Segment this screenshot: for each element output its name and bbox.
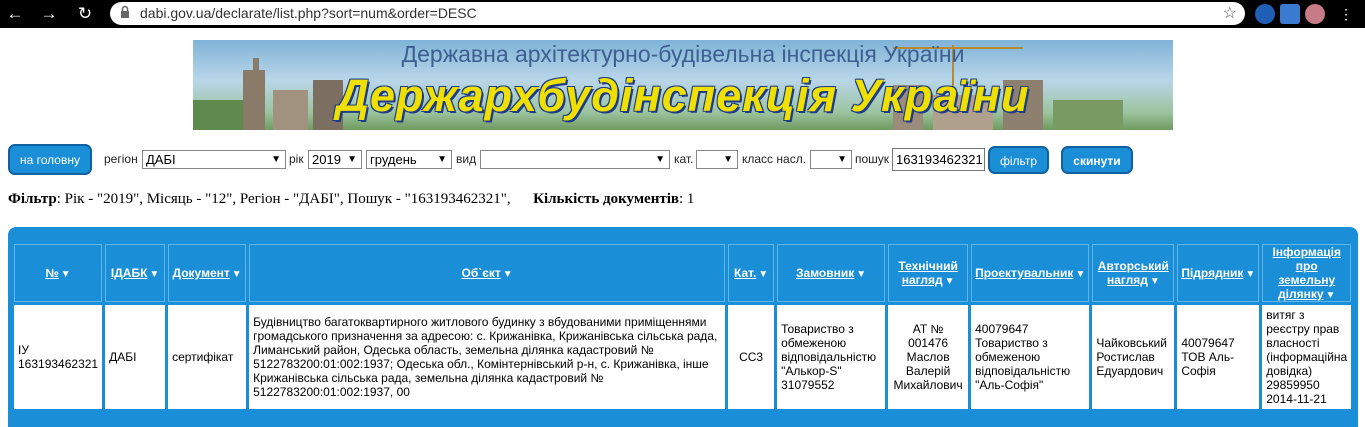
menu-icon[interactable]: ⋮: [1335, 3, 1357, 25]
year-select[interactable]: 2019 ▼: [308, 150, 362, 169]
column-header-contractor[interactable]: Підрядник ▼: [1177, 244, 1260, 302]
chevron-down-icon: ▼: [437, 154, 447, 165]
column-header-label[interactable]: Документ: [173, 266, 230, 280]
reset-button[interactable]: скинути: [1061, 146, 1133, 174]
site-banner: Державна архітектурно-будівельна інспекц…: [193, 40, 1173, 130]
results-table: № ▼ ІДАБК ▼ Документ ▼ Об`єкт ▼ Кат. ▼ Замовн…: [11, 241, 1354, 412]
column-header-customer[interactable]: Замовник ▼: [777, 244, 886, 302]
cell-category: СС3: [728, 305, 775, 409]
column-header-number[interactable]: № ▼: [14, 244, 103, 302]
column-header-technical-supervision[interactable]: Технічний нагляд ▼: [888, 244, 969, 302]
category-select[interactable]: ▼: [696, 150, 738, 169]
document-count-value: : 1: [678, 191, 695, 207]
sort-triangle-icon[interactable]: ▼: [1150, 276, 1160, 287]
extension-icon[interactable]: [1255, 4, 1275, 24]
region-label: регіон: [104, 152, 138, 166]
sort-triangle-icon[interactable]: ▼: [1245, 269, 1255, 280]
year-label: рік: [289, 152, 304, 166]
cell-technical-supervision: АТ № 001476 Маслов Валерій Михайлович: [888, 305, 969, 409]
banner-title: Держархбудінспекція України: [336, 70, 1030, 121]
table-row: ІУ 163193462321 ДАБІ сертифікат Будівниц…: [14, 305, 1352, 409]
column-header-designer[interactable]: Проектувальник ▼: [971, 244, 1090, 302]
sort-triangle-icon[interactable]: ▼: [945, 276, 955, 287]
cell-designer: 40079647 Товариство з обмеженою відповід…: [971, 305, 1090, 409]
search-input[interactable]: 163193462321: [892, 148, 985, 171]
column-header-label[interactable]: Об`єкт: [462, 266, 501, 280]
column-header-label[interactable]: ІДАБК: [111, 266, 148, 280]
chevron-down-icon: ▼: [655, 154, 665, 165]
column-header-label[interactable]: Проектувальник: [975, 266, 1073, 280]
type-select[interactable]: ▼: [480, 150, 670, 169]
lock-icon: [121, 5, 129, 18]
chevron-down-icon: ▼: [271, 154, 281, 165]
category-label: кат.: [674, 152, 694, 166]
region-select[interactable]: ДАБІ ▼: [142, 150, 286, 169]
filter-summary: Фільтр: Рік - "2019", Місяць - "12", Рег…: [8, 191, 694, 208]
banner-subtitle: Державна архітектурно-будівельна інспекц…: [401, 41, 965, 67]
chevron-down-icon: ▼: [723, 154, 733, 165]
cell-customer: Товариство з обмеженою відповідальністю …: [777, 305, 886, 409]
column-header-author-supervision[interactable]: Авторський нагляд ▼: [1092, 244, 1175, 302]
search-label: пошук: [855, 152, 890, 166]
chevron-down-icon: ▼: [347, 154, 357, 165]
class-label: класс насл.: [742, 152, 807, 166]
address-bar[interactable]: dabi.gov.ua/declarate/list.php?sort=num&…: [110, 2, 1245, 25]
document-count-label: Кількість документів: [533, 191, 679, 207]
cell-land-info: витяг з реєстру прав власності (інформац…: [1262, 305, 1352, 409]
column-header-idabk[interactable]: ІДАБК ▼: [105, 244, 166, 302]
column-header-label[interactable]: №: [45, 266, 58, 280]
month-select[interactable]: грудень ▼: [366, 150, 452, 169]
cell-contractor: 40079647 ТОВ Аль-Софія: [1177, 305, 1260, 409]
browser-toolbar: ← → ↻ dabi.gov.ua/declarate/list.php?sor…: [0, 0, 1365, 28]
sort-triangle-icon[interactable]: ▼: [856, 269, 866, 280]
type-label: вид: [456, 152, 477, 166]
sort-triangle-icon[interactable]: ▼: [1326, 290, 1336, 301]
column-header-object[interactable]: Об`єкт ▼: [249, 244, 726, 302]
column-header-category[interactable]: Кат. ▼: [728, 244, 775, 302]
sort-triangle-icon[interactable]: ▼: [61, 269, 71, 280]
column-header-label[interactable]: Підрядник: [1181, 266, 1243, 280]
filter-button[interactable]: фільтр: [988, 146, 1049, 174]
column-header-label[interactable]: Кат.: [734, 266, 756, 280]
cell-idabk: ДАБІ: [105, 305, 166, 409]
extension-icon[interactable]: [1280, 4, 1300, 24]
column-header-land-info[interactable]: Інформація про земельну ділянку ▼: [1262, 244, 1352, 302]
class-select[interactable]: ▼: [810, 150, 852, 169]
sort-triangle-icon[interactable]: ▼: [1075, 269, 1085, 280]
column-header-document[interactable]: Документ ▼: [168, 244, 247, 302]
year-select-value: 2019: [312, 152, 341, 167]
profile-avatar[interactable]: [1305, 4, 1325, 24]
home-button[interactable]: на головну: [8, 144, 92, 175]
bookmark-star-icon[interactable]: ☆: [1223, 3, 1237, 23]
sort-triangle-icon[interactable]: ▼: [503, 269, 513, 280]
sort-triangle-icon[interactable]: ▼: [232, 269, 242, 280]
sort-triangle-icon[interactable]: ▼: [758, 269, 768, 280]
table-header-row: № ▼ ІДАБК ▼ Документ ▼ Об`єкт ▼ Кат. ▼ Замовн…: [14, 244, 1352, 302]
filter-summary-text: : Рік - "2019", Місяць - "12", Регіон - …: [56, 191, 511, 207]
url-text: dabi.gov.ua/declarate/list.php?sort=num&…: [140, 5, 477, 21]
cell-author-supervision: Чайковський Ростислав Едуардович: [1092, 305, 1175, 409]
results-table-container: № ▼ ІДАБК ▼ Документ ▼ Об`єкт ▼ Кат. ▼ Замовн…: [8, 227, 1358, 427]
cell-number: ІУ 163193462321: [14, 305, 103, 409]
reload-icon[interactable]: ↻: [74, 3, 96, 25]
month-select-value: грудень: [370, 152, 417, 167]
sort-triangle-icon[interactable]: ▼: [149, 269, 159, 280]
forward-icon[interactable]: →: [38, 3, 60, 25]
cell-document: сертифікат: [168, 305, 247, 409]
back-icon[interactable]: ←: [4, 3, 26, 25]
filter-summary-label: Фільтр: [8, 191, 57, 207]
column-header-label[interactable]: Замовник: [796, 266, 854, 280]
region-select-value: ДАБІ: [146, 152, 176, 167]
chevron-down-icon: ▼: [837, 154, 847, 165]
cell-object: Будівництво багатоквартирного житлового …: [249, 305, 726, 409]
